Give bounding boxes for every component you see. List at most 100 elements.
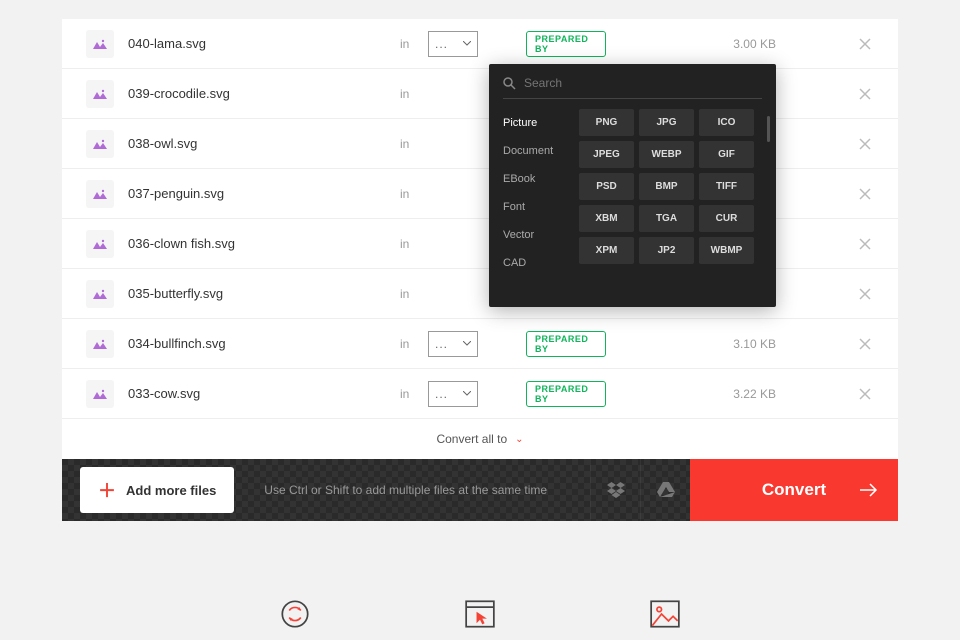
- in-label: in: [400, 87, 428, 101]
- plus-icon: ＋: [98, 477, 116, 503]
- refresh-icon: [280, 599, 310, 629]
- in-label: in: [400, 287, 428, 301]
- category-ebook[interactable]: EBook: [503, 165, 579, 193]
- add-more-label: Add more files: [126, 483, 216, 498]
- image-file-icon: [86, 180, 114, 208]
- in-label: in: [400, 37, 428, 51]
- format-option[interactable]: PNG: [579, 109, 634, 136]
- format-option[interactable]: XPM: [579, 237, 634, 264]
- category-cad[interactable]: CAD: [503, 249, 579, 277]
- delete-button[interactable]: [856, 385, 874, 403]
- file-name: 037-penguin.svg: [128, 186, 400, 201]
- image-file-icon: [86, 130, 114, 158]
- format-option[interactable]: WBMP: [699, 237, 754, 264]
- delete-button[interactable]: [856, 185, 874, 203]
- dropbox-button[interactable]: [590, 459, 640, 521]
- format-option[interactable]: ICO: [699, 109, 754, 136]
- file-name: 034-bullfinch.svg: [128, 336, 400, 351]
- chevron-down-icon: [463, 391, 471, 396]
- in-label: in: [400, 187, 428, 201]
- format-dropdown: Picture Document EBook Font Vector CAD P…: [489, 64, 776, 307]
- image-icon: [650, 599, 680, 629]
- format-select[interactable]: ...: [428, 331, 478, 357]
- in-label: in: [400, 137, 428, 151]
- google-drive-button[interactable]: [640, 459, 690, 521]
- image-file-icon: [86, 280, 114, 308]
- category-list: Picture Document EBook Font Vector CAD: [503, 109, 579, 299]
- close-icon: [859, 138, 871, 150]
- format-option[interactable]: JPEG: [579, 141, 634, 168]
- convert-button[interactable]: Convert: [690, 459, 898, 521]
- delete-button[interactable]: [856, 235, 874, 253]
- in-label: in: [400, 237, 428, 251]
- dropbox-icon: [607, 482, 625, 498]
- category-font[interactable]: Font: [503, 193, 579, 221]
- add-more-button[interactable]: ＋ Add more files: [80, 467, 234, 513]
- status-badge: PREPARED BY: [526, 331, 606, 357]
- browser-cursor-icon: [465, 599, 495, 629]
- hint-text: Use Ctrl or Shift to add multiple files …: [264, 483, 547, 497]
- in-label: in: [400, 337, 428, 351]
- file-name: 039-crocodile.svg: [128, 86, 400, 101]
- close-icon: [859, 338, 871, 350]
- status-badge: PREPARED BY: [526, 381, 606, 407]
- format-option[interactable]: CUR: [699, 205, 754, 232]
- format-option[interactable]: WEBP: [639, 141, 694, 168]
- image-file-icon: [86, 380, 114, 408]
- delete-button[interactable]: [856, 135, 874, 153]
- format-option[interactable]: XBM: [579, 205, 634, 232]
- feature-section: [62, 521, 898, 629]
- delete-button[interactable]: [856, 35, 874, 53]
- close-icon: [859, 188, 871, 200]
- file-name: 033-cow.svg: [128, 386, 400, 401]
- file-name: 036-clown fish.svg: [128, 236, 400, 251]
- format-select[interactable]: ...: [428, 31, 478, 57]
- delete-button[interactable]: [856, 335, 874, 353]
- format-option[interactable]: TGA: [639, 205, 694, 232]
- search-input[interactable]: [524, 76, 679, 90]
- file-name: 035-butterfly.svg: [128, 286, 400, 301]
- file-size: 3.22 KB: [716, 387, 776, 401]
- file-name: 038-owl.svg: [128, 136, 400, 151]
- delete-button[interactable]: [856, 85, 874, 103]
- image-file-icon: [86, 30, 114, 58]
- in-label: in: [400, 387, 428, 401]
- image-file-icon: [86, 80, 114, 108]
- close-icon: [859, 288, 871, 300]
- convert-all-label: Convert all to: [436, 432, 507, 446]
- file-row: 033-cow.svg in ... PREPARED BY 3.22 KB: [62, 369, 898, 419]
- chevron-down-icon: [463, 41, 471, 46]
- close-icon: [859, 88, 871, 100]
- format-option[interactable]: BMP: [639, 173, 694, 200]
- file-row: 040-lama.svg in ... PREPARED BY 3.00 KB: [62, 19, 898, 69]
- delete-button[interactable]: [856, 285, 874, 303]
- format-select[interactable]: ...: [428, 381, 478, 407]
- file-size: 3.10 KB: [716, 337, 776, 351]
- chevron-down-icon: [463, 341, 471, 346]
- chevron-down-icon: ⌄: [515, 434, 523, 445]
- file-row: 034-bullfinch.svg in ... PREPARED BY 3.1…: [62, 319, 898, 369]
- dropdown-search: [503, 76, 762, 99]
- format-option[interactable]: GIF: [699, 141, 754, 168]
- format-option[interactable]: JPG: [639, 109, 694, 136]
- category-picture[interactable]: Picture: [503, 109, 579, 137]
- file-size: 3.00 KB: [716, 37, 776, 51]
- convert-label: Convert: [762, 480, 826, 500]
- format-grid: PNG JPG ICO JPEG WEBP GIF PSD BMP TIFF X…: [579, 109, 762, 299]
- google-drive-icon: [657, 482, 675, 498]
- close-icon: [859, 388, 871, 400]
- format-value: ...: [435, 37, 448, 51]
- convert-all-button[interactable]: Convert all to ⌄: [62, 419, 898, 459]
- format-option[interactable]: JP2: [639, 237, 694, 264]
- image-file-icon: [86, 230, 114, 258]
- category-document[interactable]: Document: [503, 137, 579, 165]
- file-name: 040-lama.svg: [128, 36, 400, 51]
- image-file-icon: [86, 330, 114, 358]
- format-option[interactable]: TIFF: [699, 173, 754, 200]
- status-badge: PREPARED BY: [526, 31, 606, 57]
- format-value: ...: [435, 337, 448, 351]
- format-option[interactable]: PSD: [579, 173, 634, 200]
- category-vector[interactable]: Vector: [503, 221, 579, 249]
- close-icon: [859, 38, 871, 50]
- scrollbar[interactable]: [767, 116, 770, 142]
